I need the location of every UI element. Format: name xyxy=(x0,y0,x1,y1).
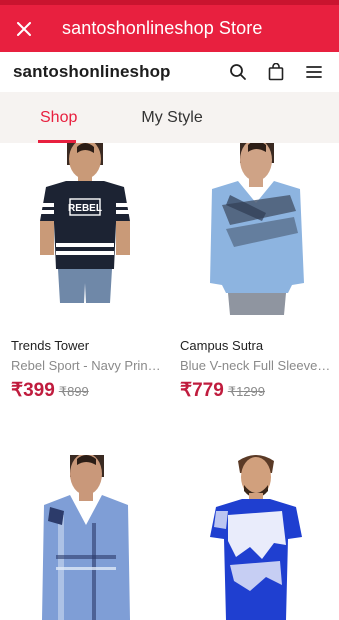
shop-name: santoshonlineshop xyxy=(13,62,171,81)
product-brand: Trends Tower xyxy=(11,338,90,353)
store-title: santoshonlineshop Store xyxy=(62,18,263,38)
close-button[interactable] xyxy=(0,5,48,52)
tab-my-style[interactable]: My Style xyxy=(141,92,202,143)
product-card[interactable]: REBEL Trends Tower Rebel Sport - Navy Pr… xyxy=(0,143,169,403)
menu-button[interactable] xyxy=(295,53,333,91)
product-name: Rebel Sport - Navy Printed Round Neck T-… xyxy=(11,358,163,373)
product-image[interactable] xyxy=(170,455,339,620)
search-button[interactable] xyxy=(219,53,257,91)
product-image[interactable]: REBEL xyxy=(0,143,169,315)
product-mrp: ₹1299 xyxy=(227,384,265,399)
search-icon xyxy=(230,64,246,80)
tab-bar: Shop My Style xyxy=(0,92,339,143)
product-price: ₹399 xyxy=(11,380,55,401)
product-image[interactable] xyxy=(0,455,169,620)
product-price: ₹779 xyxy=(180,380,224,401)
cart-button[interactable] xyxy=(257,53,295,91)
product-mrp: ₹899 xyxy=(58,384,89,399)
price-row: ₹399 ₹899 xyxy=(11,379,89,402)
tab-shop[interactable]: Shop xyxy=(38,92,78,143)
product-brand: Campus Sutra xyxy=(180,338,264,353)
product-card[interactable]: Campus Sutra Blue V-neck Full Sleeve Sol… xyxy=(170,143,339,403)
menu-icon xyxy=(306,66,322,78)
product-image[interactable] xyxy=(170,143,339,315)
top-app-bar: santoshonlineshop Store xyxy=(0,5,339,52)
tab-shop-label: Shop xyxy=(40,108,78,126)
product-card[interactable] xyxy=(0,455,169,620)
shopping-bag-icon xyxy=(268,63,284,81)
product-name: Blue V-neck Full Sleeve Solid T-Shirt xyxy=(180,358,332,373)
tee-print-text: REBEL xyxy=(68,203,102,214)
price-row: ₹779 ₹1299 xyxy=(180,379,265,402)
shop-header: santoshonlineshop xyxy=(0,52,339,92)
close-icon xyxy=(17,21,31,36)
tab-my-style-label: My Style xyxy=(141,108,203,126)
product-card[interactable] xyxy=(170,455,339,620)
